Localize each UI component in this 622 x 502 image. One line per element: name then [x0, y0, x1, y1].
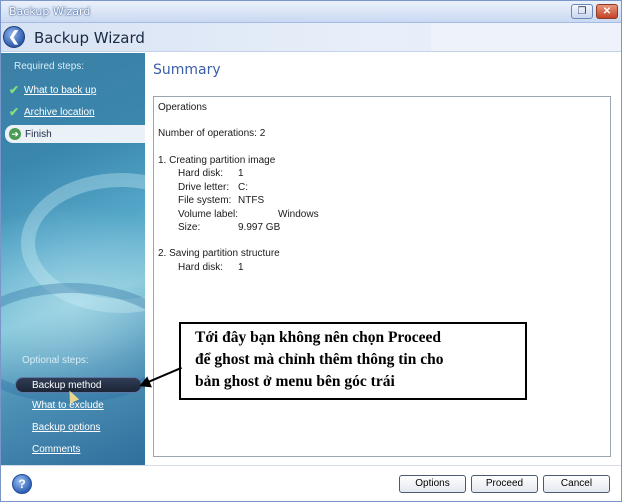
sidebar-item-label: Finish	[25, 128, 52, 140]
title-bar: Backup Wizard ❐ ✕	[1, 1, 621, 23]
check-icon: ✔	[9, 105, 20, 119]
operation-title: 2. Saving partition structure	[158, 248, 280, 259]
sidebar-item-backup-options[interactable]: Backup options	[32, 422, 100, 433]
sidebar-item-what-to-back-up[interactable]: ✔ What to back up	[9, 82, 96, 98]
check-icon: ✔	[9, 83, 20, 97]
options-button[interactable]: Options	[399, 475, 466, 493]
sidebar-item-what-to-exclude[interactable]: What to exclude	[32, 400, 104, 411]
sidebar-item-finish[interactable]: ➜ Finish	[5, 125, 145, 143]
detail-key: Drive letter:	[178, 182, 230, 193]
detail-value: 1	[238, 262, 244, 273]
restore-button[interactable]: ❐	[571, 4, 593, 19]
header-band	[431, 23, 621, 51]
operations-count: Number of operations: 2	[158, 128, 266, 139]
detail-value: C:	[238, 182, 248, 193]
page-title: Summary	[153, 62, 221, 78]
detail-value: Windows	[278, 209, 319, 220]
window-title: Backup Wizard	[9, 5, 91, 18]
sidebar-item-label: Backup method	[32, 380, 102, 391]
required-steps-label: Required steps:	[14, 61, 85, 72]
backup-wizard-window: Backup Wizard ❐ ✕ ❮ Backup Wizard Requir…	[0, 0, 622, 502]
sidebar-item-archive-location[interactable]: ✔ Archive location	[9, 104, 95, 120]
detail-key: Volume label:	[178, 209, 239, 220]
annotation-line: Tới đây bạn không nên chọn Proceed	[195, 329, 442, 346]
wizard-title: Backup Wizard	[34, 29, 145, 47]
arrow-right-icon: ➜	[9, 128, 21, 140]
detail-key: Size:	[178, 222, 201, 233]
operation-title: 1. Creating partition image	[158, 155, 276, 166]
cancel-button[interactable]: Cancel	[543, 475, 610, 493]
annotation-line: để ghost mà chỉnh thêm thông tin cho	[195, 351, 444, 368]
detail-value: 9.997 GB	[238, 222, 281, 233]
help-icon[interactable]: ?	[12, 474, 32, 494]
detail-value: NTFS	[238, 195, 265, 206]
sidebar-item-comments[interactable]: Comments	[32, 444, 80, 455]
close-button[interactable]: ✕	[596, 4, 618, 19]
optional-steps-label: Optional steps:	[22, 355, 89, 366]
summary-panel[interactable]: Operations Number of operations: 2 1. Cr…	[153, 96, 611, 457]
detail-key: Hard disk:	[178, 262, 224, 273]
sidebar-item-backup-method[interactable]: Backup method	[15, 377, 142, 393]
wizard-footer: ? Options Proceed Cancel	[1, 465, 621, 501]
sidebar-item-label[interactable]: Archive location	[24, 107, 95, 118]
proceed-button[interactable]: Proceed	[471, 475, 538, 493]
detail-value: 1	[238, 168, 244, 179]
steps-sidebar: Required steps: ✔ What to back up ✔ Arch…	[1, 53, 145, 465]
annotation-line: bản ghost ở menu bên góc trái	[195, 373, 395, 390]
detail-key: File system:	[178, 195, 232, 206]
sidebar-item-label[interactable]: What to back up	[24, 85, 96, 96]
back-arrow-icon[interactable]: ❮	[3, 26, 25, 48]
annotation-callout: Tới đây bạn không nên chọn Proceed để gh…	[179, 322, 527, 400]
wizard-header: ❮ Backup Wizard	[1, 23, 621, 52]
operations-heading: Operations	[158, 102, 207, 113]
detail-key: Hard disk:	[178, 168, 224, 179]
